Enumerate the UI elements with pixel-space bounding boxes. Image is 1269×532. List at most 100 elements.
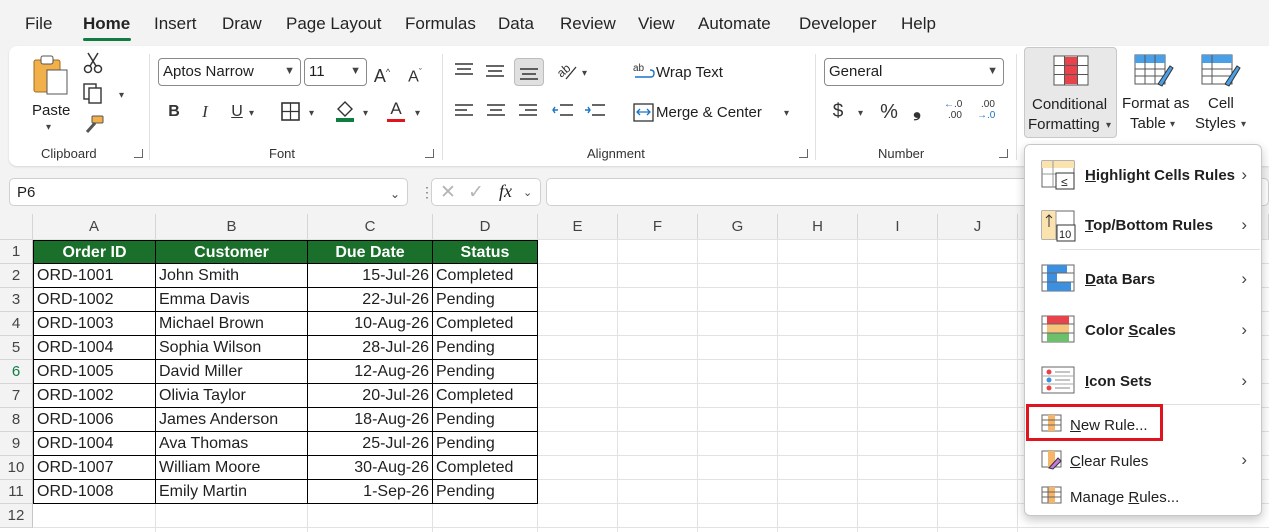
- table-cell[interactable]: Ava Thomas: [156, 432, 308, 456]
- table-cell[interactable]: Pending: [433, 408, 538, 432]
- table-cell[interactable]: Completed: [433, 312, 538, 336]
- wrap-text-button[interactable]: Wrap Text: [656, 64, 723, 81]
- row-header[interactable]: 11: [0, 480, 33, 504]
- comma-style-button[interactable]: ❟: [909, 99, 925, 121]
- column-header[interactable]: B: [156, 214, 308, 240]
- table-cell[interactable]: 28-Jul-26: [308, 336, 433, 360]
- decrease-decimal-button[interactable]: .00 →.0: [977, 99, 1007, 125]
- row-header[interactable]: 9: [0, 432, 33, 456]
- table-cell[interactable]: 25-Jul-26: [308, 432, 433, 456]
- tab-draw[interactable]: Draw: [222, 14, 262, 34]
- table-header-cell[interactable]: Due Date: [308, 240, 433, 264]
- table-cell[interactable]: David Miller: [156, 360, 308, 384]
- align-top-icon[interactable]: [454, 62, 474, 78]
- column-header[interactable]: A: [33, 214, 156, 240]
- column-header[interactable]: G: [698, 214, 778, 240]
- table-cell[interactable]: Pending: [433, 336, 538, 360]
- table-cell[interactable]: Pending: [433, 360, 538, 384]
- menu-item-top-bottom[interactable]: 10 Top/Bottom Rules ›: [1025, 209, 1261, 245]
- column-header[interactable]: I: [858, 214, 938, 240]
- chevron-down-icon[interactable]: ▾: [119, 90, 124, 101]
- menu-item-manage-rules[interactable]: Manage Rules...: [1025, 483, 1261, 511]
- table-cell[interactable]: ORD-1004: [33, 336, 156, 360]
- chevron-down-icon[interactable]: ⌄: [523, 186, 532, 199]
- chevron-down-icon[interactable]: ▾: [363, 108, 368, 119]
- table-cell[interactable]: 10-Aug-26: [308, 312, 433, 336]
- table-cell[interactable]: ORD-1004: [33, 432, 156, 456]
- table-cell[interactable]: Sophia Wilson: [156, 336, 308, 360]
- chevron-down-icon[interactable]: ▾: [582, 68, 587, 79]
- column-header[interactable]: C: [308, 214, 433, 240]
- table-cell[interactable]: ORD-1006: [33, 408, 156, 432]
- menu-item-data-bars[interactable]: Data Bars ›: [1025, 263, 1261, 299]
- menu-item-highlight-cells[interactable]: ≤ Highlight Cells Rules ›: [1025, 159, 1261, 195]
- tab-help[interactable]: Help: [901, 14, 936, 34]
- font-size-combo[interactable]: 11 ▼: [304, 58, 367, 86]
- table-header-cell[interactable]: Order ID: [33, 240, 156, 264]
- table-cell[interactable]: 15-Jul-26: [308, 264, 433, 288]
- row-header[interactable]: 4: [0, 312, 33, 336]
- clipboard-launcher-icon[interactable]: [134, 149, 143, 158]
- chevron-down-icon[interactable]: ▾: [415, 108, 420, 119]
- chevron-down-icon[interactable]: ▾: [858, 108, 863, 119]
- table-cell[interactable]: ORD-1008: [33, 480, 156, 504]
- insert-function-button[interactable]: fx: [499, 181, 512, 202]
- table-cell[interactable]: 12-Aug-26: [308, 360, 433, 384]
- row-header[interactable]: 10: [0, 456, 33, 480]
- table-cell[interactable]: Olivia Taylor: [156, 384, 308, 408]
- decrease-font-icon[interactable]: Aˇ: [404, 61, 426, 88]
- name-box[interactable]: P6 ⌄: [9, 178, 408, 206]
- percent-button[interactable]: %: [877, 101, 901, 123]
- chevron-down-icon[interactable]: ▾: [309, 108, 314, 119]
- table-cell[interactable]: Michael Brown: [156, 312, 308, 336]
- row-header[interactable]: 1: [0, 240, 33, 264]
- orientation-icon[interactable]: ab: [554, 59, 578, 81]
- table-cell[interactable]: Emily Martin: [156, 480, 308, 504]
- tab-view[interactable]: View: [638, 14, 675, 34]
- table-cell[interactable]: ORD-1002: [33, 288, 156, 312]
- table-cell[interactable]: 22-Jul-26: [308, 288, 433, 312]
- conditional-formatting-button[interactable]: Conditional Formatting ▾: [1024, 47, 1117, 138]
- italic-button[interactable]: I: [195, 101, 215, 123]
- menu-item-clear-rules[interactable]: Clear Rules ›: [1025, 447, 1261, 475]
- table-cell[interactable]: John Smith: [156, 264, 308, 288]
- row-header[interactable]: 8: [0, 408, 33, 432]
- table-header-cell[interactable]: Status: [433, 240, 538, 264]
- table-cell[interactable]: 30-Aug-26: [308, 456, 433, 480]
- bold-button[interactable]: B: [164, 101, 184, 123]
- table-cell[interactable]: 1-Sep-26: [308, 480, 433, 504]
- tab-developer[interactable]: Developer: [799, 14, 877, 34]
- font-launcher-icon[interactable]: [425, 149, 434, 158]
- tab-file[interactable]: File: [25, 14, 52, 34]
- align-right-icon[interactable]: [518, 103, 538, 119]
- column-header[interactable]: E: [538, 214, 618, 240]
- merge-center-button[interactable]: Merge & Center: [656, 104, 762, 121]
- decrease-indent-icon[interactable]: [552, 103, 574, 119]
- increase-decimal-button[interactable]: ←.0 .00: [944, 99, 972, 125]
- table-cell[interactable]: James Anderson: [156, 408, 308, 432]
- row-header[interactable]: 7: [0, 384, 33, 408]
- tab-insert[interactable]: Insert: [154, 14, 197, 34]
- align-center-icon[interactable]: [486, 103, 506, 119]
- tab-page-layout[interactable]: Page Layout: [286, 14, 381, 34]
- table-cell[interactable]: Emma Davis: [156, 288, 308, 312]
- table-cell[interactable]: ORD-1002: [33, 384, 156, 408]
- row-header[interactable]: 2: [0, 264, 33, 288]
- align-left-icon[interactable]: [454, 103, 474, 119]
- format-painter-icon[interactable]: [83, 114, 105, 136]
- table-cell[interactable]: ORD-1003: [33, 312, 156, 336]
- tab-formulas[interactable]: Formulas: [405, 14, 476, 34]
- fill-color-icon[interactable]: [334, 99, 356, 123]
- increase-font-icon[interactable]: A^: [371, 61, 393, 87]
- format-as-table-button[interactable]: Format as Table ▾: [1120, 47, 1190, 138]
- increase-indent-icon[interactable]: [584, 103, 606, 119]
- row-header[interactable]: 3: [0, 288, 33, 312]
- font-color-icon[interactable]: A: [387, 99, 405, 122]
- table-cell[interactable]: 20-Jul-26: [308, 384, 433, 408]
- tab-home[interactable]: Home: [83, 14, 130, 34]
- copy-icon[interactable]: [82, 82, 104, 104]
- table-cell[interactable]: ORD-1005: [33, 360, 156, 384]
- column-header[interactable]: H: [778, 214, 858, 240]
- paste-button[interactable]: Paste ▾: [27, 52, 73, 133]
- table-cell[interactable]: ORD-1001: [33, 264, 156, 288]
